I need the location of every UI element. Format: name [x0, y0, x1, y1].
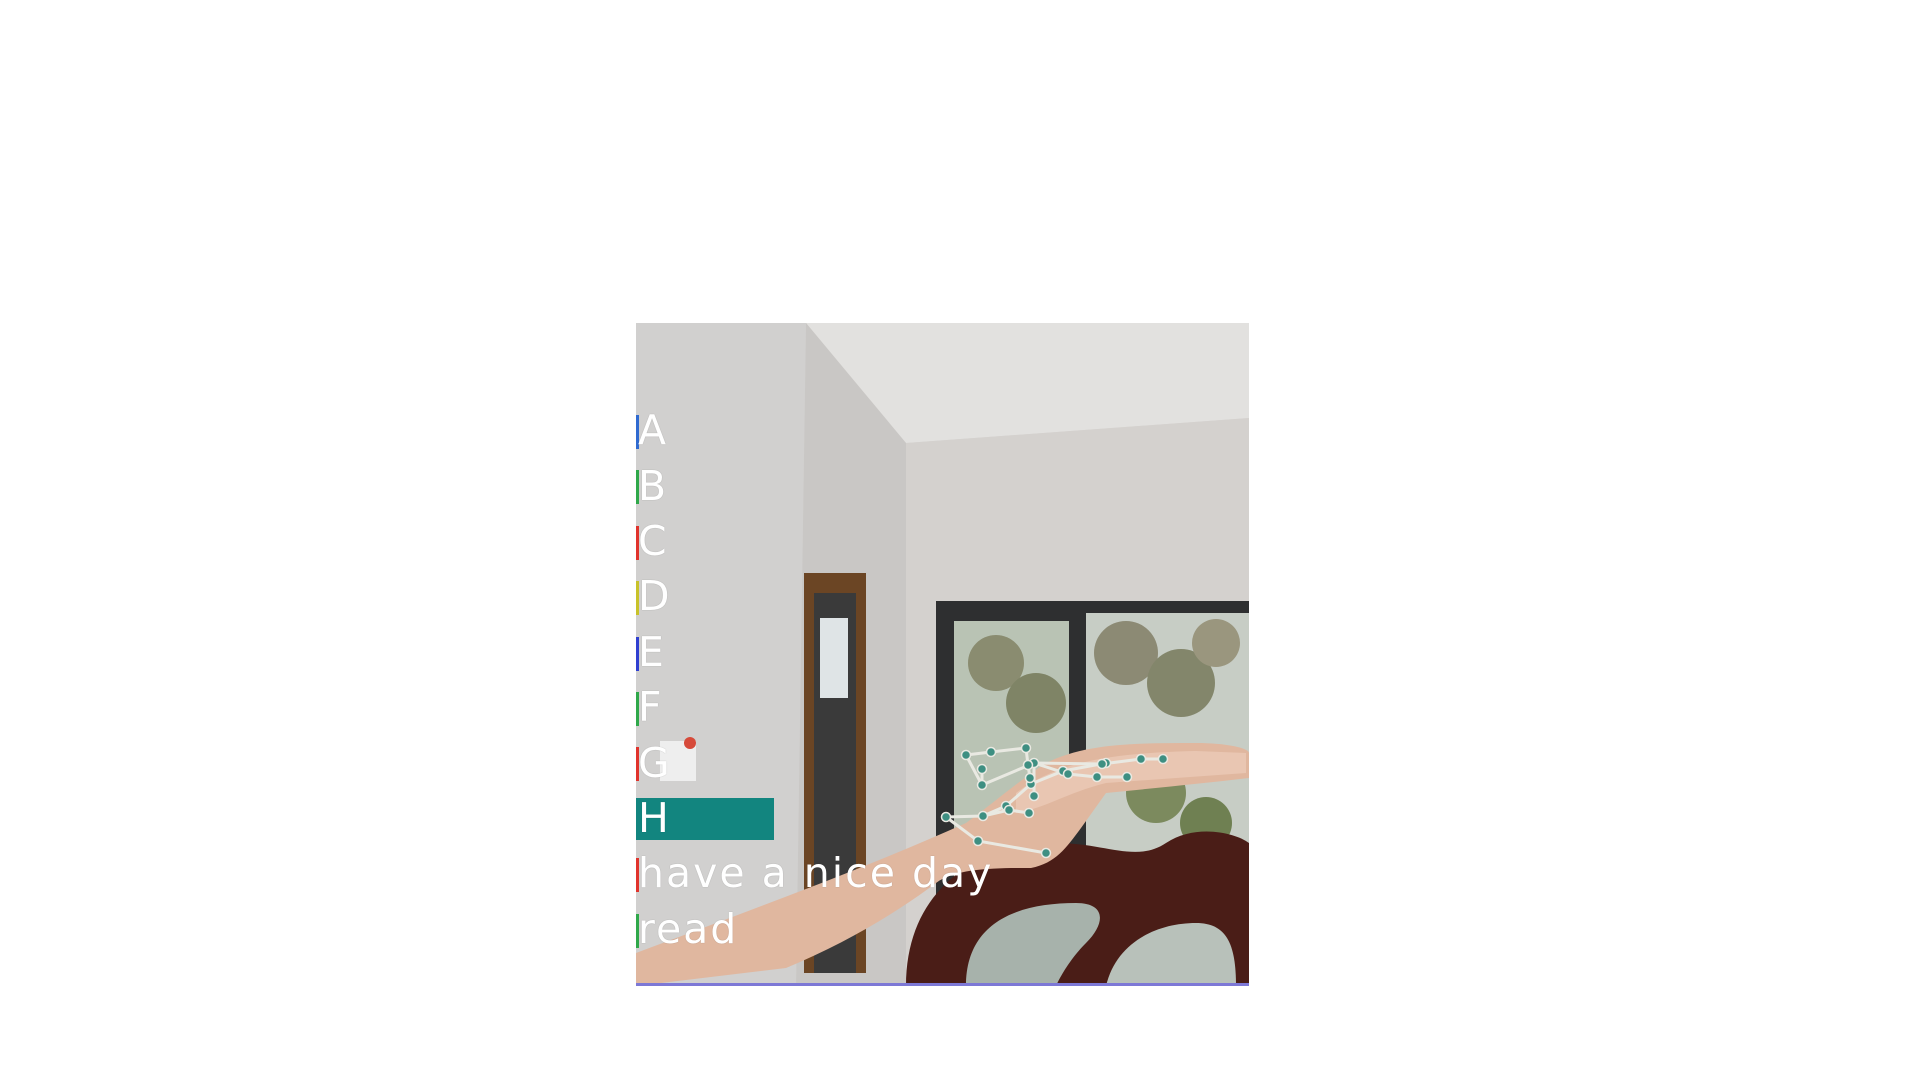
gesture-option-1[interactable]: B	[636, 458, 1249, 513]
gesture-option-5[interactable]: F	[636, 680, 1249, 735]
gesture-option-7[interactable]: H	[636, 791, 1249, 846]
option-label: B	[638, 461, 669, 510]
gesture-option-3[interactable]: D	[636, 569, 1249, 624]
option-label: A	[638, 406, 669, 455]
frame-bottom-border	[636, 983, 1249, 986]
camera-feed: A B C D E F G H have a nice day read	[636, 323, 1249, 986]
option-label: F	[638, 683, 664, 732]
option-label: H	[638, 793, 671, 842]
gesture-option-8[interactable]: have a nice day	[636, 846, 1249, 901]
option-label: read	[638, 904, 739, 953]
gesture-option-0[interactable]: A	[636, 403, 1249, 458]
option-label: G	[638, 738, 672, 787]
gesture-option-2[interactable]: C	[636, 514, 1249, 569]
option-label: have a nice day	[638, 849, 994, 898]
gesture-option-list: A B C D E F G H have a nice day read	[636, 403, 1249, 957]
gesture-option-6[interactable]: G	[636, 735, 1249, 790]
option-label: D	[638, 572, 672, 621]
option-label: C	[638, 516, 669, 565]
option-label: E	[638, 627, 666, 676]
gesture-option-9[interactable]: read	[636, 902, 1249, 957]
gesture-option-4[interactable]: E	[636, 625, 1249, 680]
